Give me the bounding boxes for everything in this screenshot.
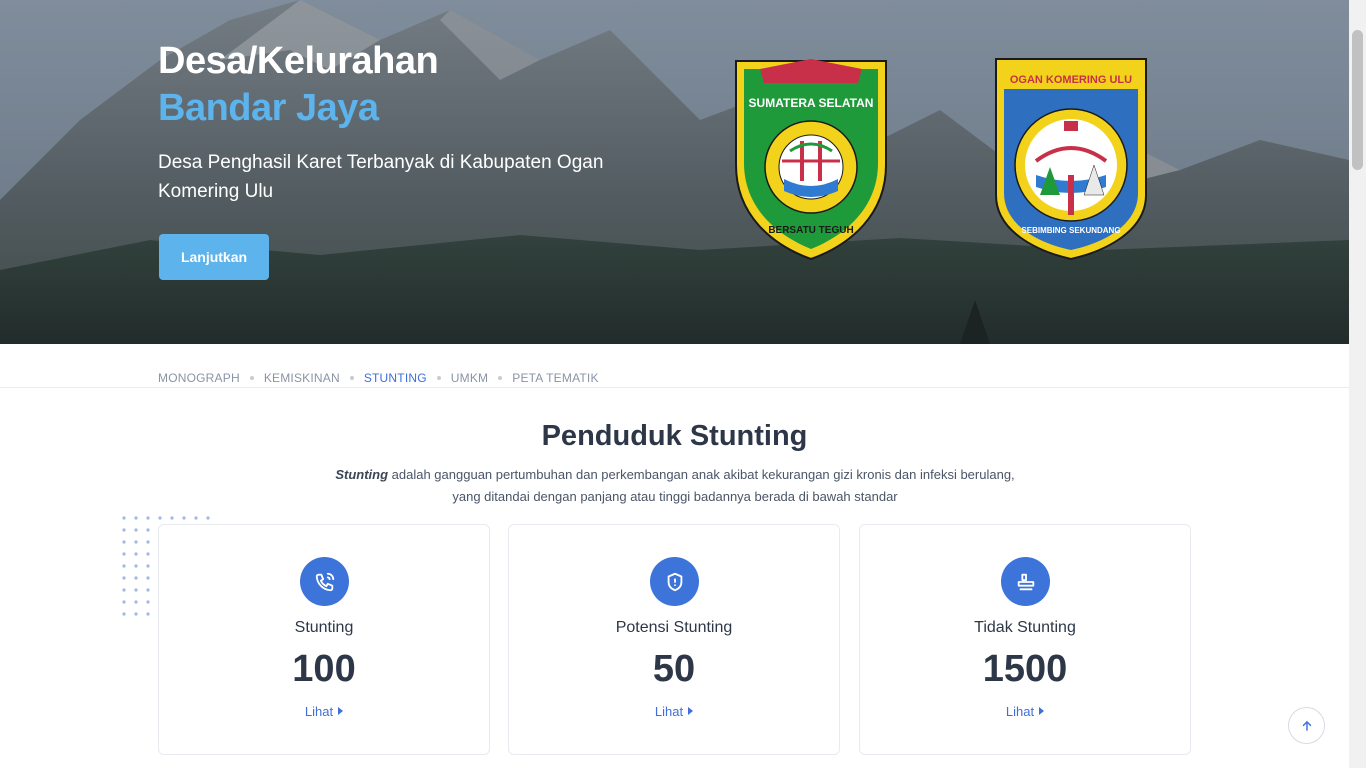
tab-umkm[interactable]: UMKM [451, 371, 488, 385]
card-value: 50 [652, 648, 696, 690]
phone-call-icon [300, 557, 349, 606]
back-to-top-button[interactable] [1288, 707, 1325, 744]
caret-right-icon [1039, 707, 1045, 715]
shield-alert-icon [650, 557, 699, 606]
hero-title-line1: Desa/Kelurahan [158, 40, 439, 82]
hero-title-line2: Bandar Jaya [158, 87, 379, 129]
caret-right-icon [688, 707, 694, 715]
description-text: adalah gangguan pertumbuhan dan perkemba… [388, 467, 1015, 504]
oku-logo-bottom-text: SEBIMBING SEKUNDANG [1021, 226, 1120, 235]
card-label: Potensi Stunting [615, 619, 733, 636]
scrollbar-thumb[interactable] [1352, 30, 1363, 170]
section-description: Stunting adalah gangguan pertumbuhan dan… [330, 464, 1020, 508]
tab-separator-dot [249, 376, 254, 380]
page-scrollbar[interactable] [1349, 0, 1366, 768]
tab-separator-dot [436, 376, 441, 380]
lihat-link[interactable]: Lihat [860, 704, 1190, 719]
tab-monograph[interactable]: MONOGRAPH [158, 371, 240, 385]
lihat-link[interactable]: Lihat [159, 704, 489, 719]
hero-tagline: Desa Penghasil Karet Terbanyak di Kabupa… [158, 152, 604, 202]
stat-card-stunting: Stunting 100 Lihat [158, 524, 490, 755]
tab-peta-tematik[interactable]: PETA TEMATIK [512, 371, 598, 385]
tab-separator-dot [498, 376, 503, 380]
section-tabs: MONOGRAPH KEMISKINAN STUNTING UMKM PETA … [158, 370, 599, 386]
sumsel-logo-top-text: SUMATERA SELATAN [749, 96, 874, 110]
stat-card-potensi-stunting: Potensi Stunting 50 Lihat [508, 524, 840, 755]
sumsel-logo-bottom-text: BERSATU TEGUH [768, 225, 853, 236]
caret-right-icon [338, 707, 344, 715]
tab-kemiskinan[interactable]: KEMISKINAN [264, 371, 340, 385]
stat-card-tidak-stunting: Tidak Stunting 1500 Lihat [859, 524, 1191, 755]
lihat-link[interactable]: Lihat [509, 704, 839, 719]
description-term: Stunting [335, 467, 389, 482]
section-title: Penduduk Stunting [541, 420, 808, 452]
sumatera-selatan-emblem-logo: SUMATERA SELATAN BERSATU TEGUH [735, 59, 887, 261]
card-value: 1500 [982, 648, 1068, 690]
arrow-up-icon [1302, 720, 1311, 731]
tab-stunting[interactable]: STUNTING [364, 371, 427, 385]
lanjutkan-button[interactable]: Lanjutkan [159, 234, 269, 280]
card-label: Tidak Stunting [974, 619, 1076, 636]
tabs-divider [0, 387, 1349, 388]
ogan-komering-ulu-emblem-logo: OGAN KOMERING ULU SEBIMBING SEKUNDANG [995, 58, 1147, 261]
tab-separator-dot [349, 376, 354, 380]
card-label: Stunting [294, 619, 354, 636]
card-value: 100 [292, 648, 356, 690]
oku-logo-top-text: OGAN KOMERING ULU [1010, 74, 1132, 86]
stamp-icon [1001, 557, 1050, 606]
hero-banner: Desa/Kelurahan Bandar Jaya Desa Penghasi… [0, 0, 1349, 344]
